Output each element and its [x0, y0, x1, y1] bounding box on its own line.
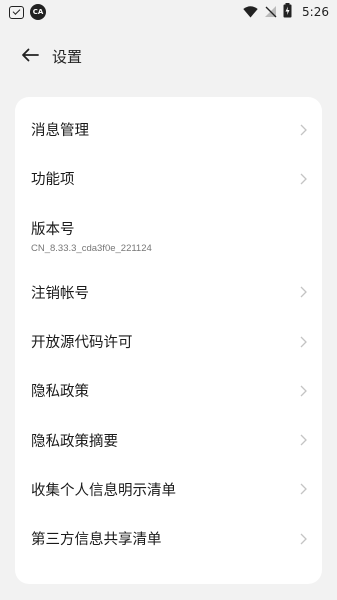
settings-item-label: 开放源代码许可: [31, 335, 133, 352]
settings-item-label: 消息管理: [31, 123, 89, 140]
settings-item-open-source-licenses[interactable]: 开放源代码许可: [15, 317, 322, 366]
arrow-left-icon: [21, 47, 39, 66]
settings-item-label: 版本号: [31, 221, 75, 238]
app-circle-icon: CA: [30, 4, 46, 20]
chevron-right-icon: [298, 433, 308, 447]
settings-item-label: 第三方信息共享清单: [31, 532, 162, 549]
chevron-right-icon: [298, 285, 308, 299]
status-time: 5:26: [302, 5, 329, 19]
settings-item-label: 隐私政策: [31, 384, 89, 401]
chevron-right-icon: [298, 532, 308, 546]
chevron-right-icon: [298, 384, 308, 398]
version-number: CN_8.33.3_cda3f0e_221124: [31, 242, 152, 254]
chevron-right-icon: [298, 123, 308, 137]
settings-item-personal-info-list[interactable]: 收集个人信息明示清单: [15, 465, 322, 514]
settings-item-delete-account[interactable]: 注销帐号: [15, 268, 322, 317]
settings-item-message-management[interactable]: 消息管理: [15, 105, 322, 154]
settings-item-label: 注销帐号: [31, 285, 89, 302]
settings-card: 消息管理 功能项 版本号 CN_8.33.3_cda3f0e_221124 注销…: [15, 97, 322, 584]
settings-item-label: 隐私政策摘要: [31, 433, 118, 450]
page-title: 设置: [52, 47, 83, 66]
chevron-right-icon: [298, 482, 308, 496]
inbox-icon: [9, 5, 24, 19]
settings-item-privacy-summary[interactable]: 隐私政策摘要: [15, 415, 322, 464]
settings-item-label: 功能项: [31, 172, 75, 189]
battery-charging-icon: [283, 2, 292, 22]
chevron-right-icon: [298, 172, 308, 186]
status-right: 5:26: [243, 2, 329, 22]
chevron-right-icon: [298, 335, 308, 349]
no-signal-icon: [264, 3, 277, 22]
settings-item-version: 版本号 CN_8.33.3_cda3f0e_221124: [15, 204, 322, 268]
wifi-icon: [243, 3, 258, 22]
header: 设置: [0, 36, 337, 76]
status-left: CA: [9, 4, 52, 20]
settings-item-third-party-sharing[interactable]: 第三方信息共享清单: [15, 514, 322, 563]
back-button[interactable]: [10, 36, 50, 76]
settings-item-privacy-policy[interactable]: 隐私政策: [15, 366, 322, 415]
settings-item-label: 收集个人信息明示清单: [31, 482, 176, 499]
status-bar: CA 5:26: [0, 0, 337, 24]
settings-item-features[interactable]: 功能项: [15, 154, 322, 203]
